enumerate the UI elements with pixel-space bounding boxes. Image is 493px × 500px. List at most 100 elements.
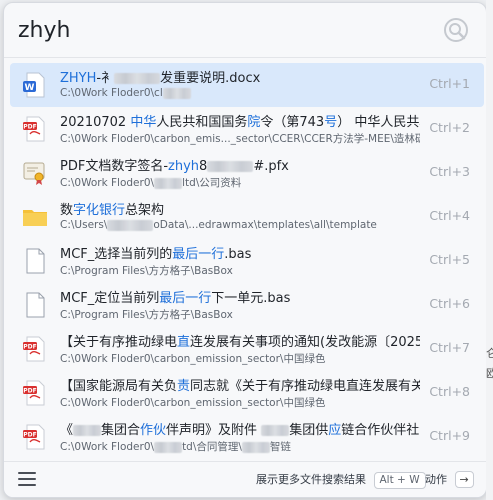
title-text: ） 中华人民共和 bbox=[337, 115, 420, 129]
path-text: C:\0Work Floder0\ bbox=[60, 441, 155, 453]
result-path: C:\Users\ oData\...edrawmax\templates\all… bbox=[60, 219, 420, 235]
path-text: C:\Program Files\方方格子\BasBox bbox=[60, 265, 233, 277]
redacted-text bbox=[241, 441, 270, 453]
title-text: 同志就《关于有序推动绿电直连发展有关 bbox=[190, 379, 420, 393]
path-text: oData\...edrawmax\templates\all\template bbox=[153, 219, 377, 231]
redacted-text bbox=[207, 161, 254, 172]
match-highlight: 直 bbox=[177, 335, 191, 349]
result-row[interactable]: MCF_选择当前列的最后一行.bas C:\Program Files\方方格子\… bbox=[10, 239, 484, 283]
match-highlight: 作伙 bbox=[140, 423, 167, 437]
search-input[interactable] bbox=[18, 13, 418, 47]
title-text: 20210702 bbox=[60, 115, 131, 129]
title-text: 伴声明》及附件 bbox=[166, 423, 262, 437]
result-path: C:\0Work Floder0\ td\合同管理\ 智链 bbox=[60, 439, 420, 455]
folder-icon bbox=[22, 204, 48, 230]
result-shortcut: Ctrl+9 bbox=[429, 428, 470, 443]
redacted-text bbox=[73, 425, 102, 436]
result-path: C:\0Work Floder0\carbon_emission_sector\… bbox=[60, 395, 420, 411]
result-row[interactable]: PDF 【关于有序推动绿电直连发展有关事项的通知(发改能源〔2025〕 C:\0Wo… bbox=[10, 327, 484, 371]
search-launcher-window: W ZHYH-衤 发重要说明.docx C:\0Work Floder0\cl Ctrl… bbox=[3, 2, 487, 498]
result-title: PDF文档数字签名-zhyh8 #.pfx bbox=[60, 155, 420, 173]
result-title: MCF_定位当前列最后一行下一单元.bas bbox=[60, 287, 420, 305]
title-text: 链合作伙伴社会 bbox=[341, 423, 420, 437]
title-text: 数 bbox=[60, 203, 74, 217]
svg-text:PDF: PDF bbox=[23, 344, 36, 351]
match-highlight: 院 bbox=[247, 115, 261, 129]
title-text: 集团供 bbox=[289, 423, 329, 437]
svg-text:PDF: PDF bbox=[23, 432, 36, 439]
result-row[interactable]: PDF 20210702 中华人民共和国国务院令（第743号） 中华人民共和 C:\… bbox=[10, 107, 484, 151]
path-text: C:\0Work Floder0\carbon_emission_sector\… bbox=[60, 397, 326, 409]
path-text: 智链 bbox=[269, 441, 291, 453]
pdf-icon: PDF bbox=[22, 424, 48, 450]
result-shortcut: Ctrl+8 bbox=[429, 384, 470, 399]
result-path: C:\0Work Floder0\ ltd\公司资料 bbox=[60, 175, 420, 191]
result-path: C:\Program Files\方方格子\BasBox bbox=[60, 307, 420, 323]
result-shortcut: Ctrl+6 bbox=[429, 296, 470, 311]
word-doc-icon: W bbox=[22, 72, 48, 98]
result-path: C:\Program Files\方方格子\BasBox bbox=[60, 263, 420, 279]
result-shortcut: Ctrl+4 bbox=[429, 208, 470, 223]
result-row[interactable]: MCF_定位当前列最后一行下一单元.bas C:\Program Files\方方… bbox=[10, 283, 484, 327]
results-list: W ZHYH-衤 发重要说明.docx C:\0Work Floder0\cl Ctrl… bbox=[4, 63, 486, 459]
match-highlight: 号 bbox=[324, 115, 338, 129]
title-text: MCF_选择当前列的 bbox=[60, 247, 173, 261]
path-text: td\合同管理\ bbox=[182, 441, 242, 453]
result-title: 【关于有序推动绿电直连发展有关事项的通知(发改能源〔2025〕 bbox=[60, 331, 420, 349]
result-row[interactable]: W ZHYH-衤 发重要说明.docx C:\0Work Floder0\cl Ctrl… bbox=[10, 63, 484, 107]
match-highlight: 应 bbox=[328, 423, 342, 437]
everything-search-logo-icon[interactable] bbox=[442, 16, 470, 44]
match-highlight: 最后一行 bbox=[172, 247, 225, 261]
generic-file-icon bbox=[22, 248, 48, 274]
background-text: 欧 bbox=[486, 367, 493, 380]
result-path: C:\0Work Floder0\carbon_emission_sector\… bbox=[60, 351, 420, 367]
path-text: C:\0Work Floder0\carbon_emission_sector\… bbox=[60, 353, 326, 365]
path-text: ltd\公司资料 bbox=[182, 177, 242, 189]
result-row[interactable]: PDF文档数字签名-zhyh8 #.pfx C:\0Work Floder0\ ltd… bbox=[10, 151, 484, 195]
title-text: 连发展有关事项的通知(发改能源〔2025〕 bbox=[190, 335, 420, 349]
action-button[interactable]: 动作 → bbox=[425, 471, 474, 489]
path-text: C:\0Work Floder0\ bbox=[60, 177, 155, 189]
result-title: ZHYH-衤 发重要说明.docx bbox=[60, 67, 420, 85]
match-highlight: 字化银行 bbox=[73, 203, 126, 217]
title-text: 【国家能源局有关负 bbox=[60, 379, 178, 393]
redacted-text bbox=[261, 425, 290, 436]
result-title: MCF_选择当前列的最后一行.bas bbox=[60, 243, 420, 261]
svg-text:PDF: PDF bbox=[23, 388, 36, 395]
result-title: 20210702 中华人民共和国国务院令（第743号） 中华人民共和 bbox=[60, 111, 420, 129]
match-highlight: 中华 bbox=[130, 115, 157, 129]
title-text: 人民共和国国务 bbox=[156, 115, 248, 129]
result-row[interactable]: 数字化银行总架构 C:\Users\ oData\...edrawmax\templ… bbox=[10, 195, 484, 239]
right-arrow-icon: → bbox=[454, 471, 474, 488]
result-path: C:\0Work Floder0\carbon_emis..._sector\C… bbox=[60, 131, 420, 147]
result-shortcut: Ctrl+3 bbox=[429, 164, 470, 179]
show-more-results-button[interactable]: 展示更多文件搜索结果 Alt + W bbox=[256, 471, 426, 489]
result-shortcut: Ctrl+2 bbox=[429, 120, 470, 135]
result-row[interactable]: PDF 【国家能源局有关负责同志就《关于有序推动绿电直连发展有关 C:\0Work … bbox=[10, 371, 484, 415]
title-text: 集团合 bbox=[101, 423, 141, 437]
path-text: C:\0Work Floder0\carbon_emis..._sector\C… bbox=[60, 133, 420, 145]
redacted-text bbox=[162, 87, 191, 99]
result-row[interactable]: PDF 《 集团合作伙伴声明》及附件 集团供应链合作伙伴社会 C:\0Work Flo… bbox=[10, 415, 484, 459]
pdf-icon: PDF bbox=[22, 380, 48, 406]
show-more-label: 展示更多文件搜索结果 bbox=[256, 473, 366, 486]
svg-text:W: W bbox=[25, 83, 35, 93]
result-shortcut: Ctrl+1 bbox=[429, 76, 470, 91]
title-text: 总架构 bbox=[125, 203, 165, 217]
pdf-icon: PDF bbox=[22, 336, 48, 362]
redacted-text bbox=[107, 219, 154, 231]
action-label: 动作 bbox=[425, 473, 447, 486]
hamburger-menu-icon[interactable] bbox=[18, 472, 36, 488]
path-text: C:\0Work Floder0\cl bbox=[60, 87, 163, 99]
title-text: #.pfx bbox=[253, 159, 289, 173]
title-text: MCF_定位当前列 bbox=[60, 291, 160, 305]
svg-text:PDF: PDF bbox=[23, 124, 36, 131]
footer-bar: 展示更多文件搜索结果 Alt + W 动作 → bbox=[4, 461, 486, 497]
title-text: 【关于有序推动绿电 bbox=[60, 335, 178, 349]
match-highlight: 最后一行 bbox=[159, 291, 212, 305]
result-title: 【国家能源局有关负责同志就《关于有序推动绿电直连发展有关 bbox=[60, 375, 420, 393]
match-highlight: ZHYH bbox=[60, 71, 97, 85]
generic-file-icon bbox=[22, 292, 48, 318]
result-title: 《 集团合作伙伴声明》及附件 集团供应链合作伙伴社会 bbox=[60, 419, 420, 437]
certificate-icon bbox=[22, 160, 48, 186]
